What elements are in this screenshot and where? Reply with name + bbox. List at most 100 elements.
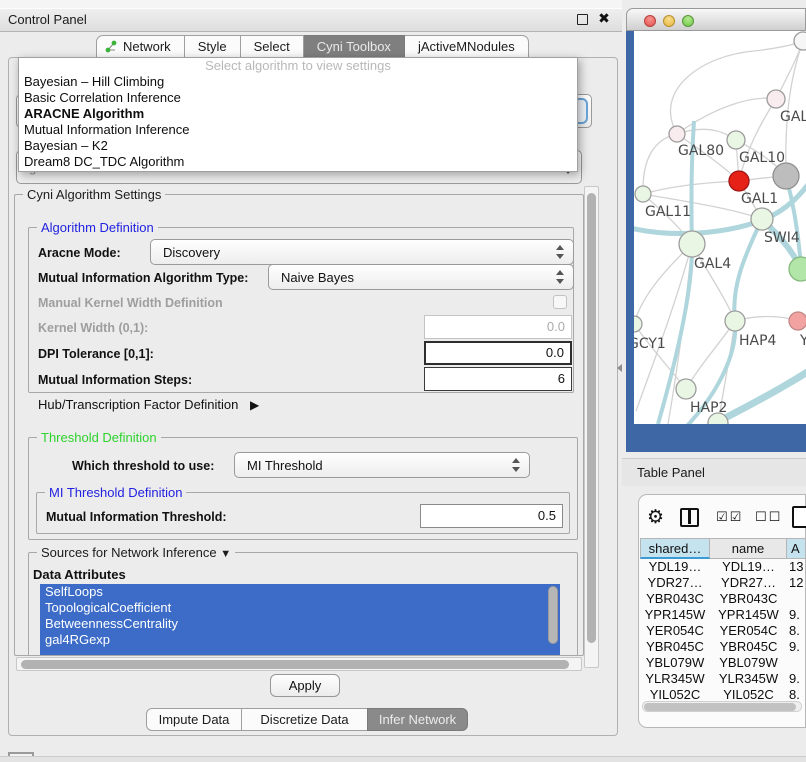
vertical-scroll-thumb[interactable]: [587, 193, 596, 643]
cell[interactable]: YDR27…: [640, 575, 710, 591]
table-row[interactable]: YBR043CYBR043C: [640, 591, 806, 607]
column-header-shared[interactable]: shared…: [640, 538, 710, 559]
aracne-mode-combo[interactable]: Discovery: [150, 239, 574, 265]
mi-algorithm-type-combo[interactable]: Naive Bayes: [268, 264, 574, 290]
table-row[interactable]: YDL19…YDL19…13: [640, 559, 806, 575]
network-canvas[interactable]: GAL GAL80 GAL10 GAL1 GAL11 SWI4 GAL4 HAP…: [634, 31, 806, 424]
tab-infer-network[interactable]: Infer Network: [367, 708, 468, 731]
table-horizontal-scrollbar[interactable]: [642, 701, 802, 712]
dropdown-item-aracne[interactable]: ARACNE Algorithm: [19, 106, 577, 122]
table-row[interactable]: YBL079WYBL079W: [640, 655, 806, 671]
node-bright-green[interactable]: [789, 257, 806, 281]
cell[interactable]: YDL19…: [640, 559, 710, 575]
node-unlabeled-top-right[interactable]: [794, 32, 806, 50]
mi-threshold-field[interactable]: 0.5: [420, 504, 563, 528]
cell[interactable]: YBR045C: [710, 639, 787, 655]
list-scrollbar-thumb[interactable]: [548, 586, 558, 644]
settings-horizontal-scrollbar[interactable]: [16, 657, 582, 671]
list-item-topologicalcoefficient[interactable]: TopologicalCoefficient: [40, 600, 560, 616]
node-gal11[interactable]: [635, 186, 651, 202]
network-window-titlebar[interactable]: [626, 8, 806, 31]
cell[interactable]: YBR045C: [640, 639, 710, 655]
tab-discretize-data[interactable]: Discretize Data: [241, 708, 368, 731]
dpi-tolerance-field[interactable]: 0.0: [424, 341, 572, 365]
cell[interactable]: 8.: [787, 623, 806, 639]
cell[interactable]: YPR145W: [710, 607, 787, 623]
tab-jactivemnodules[interactable]: jActiveMNodules: [405, 35, 529, 58]
cell[interactable]: YBR043C: [640, 591, 710, 607]
dropdown-item-basic-correlation[interactable]: Basic Correlation Inference: [19, 90, 577, 106]
apply-button[interactable]: Apply: [270, 674, 340, 697]
dropdown-item-dream8[interactable]: Dream8 DC_TDC Algorithm: [19, 154, 577, 170]
cell[interactable]: YDR27…: [710, 575, 787, 591]
show-columns-icon[interactable]: ☑☑: [716, 509, 743, 525]
cell[interactable]: YBR043C: [710, 591, 787, 607]
list-item-gal4rgexp[interactable]: gal4RGexp: [40, 632, 560, 648]
cell[interactable]: YER054C: [640, 623, 710, 639]
cell[interactable]: 9.: [787, 607, 806, 623]
hide-columns-icon[interactable]: ☐☐: [755, 509, 782, 525]
hub-transcription-factor-expander[interactable]: Hub/Transcription Factor Definition ▶: [38, 397, 259, 412]
table-row[interactable]: YDR27…YDR27…12: [640, 575, 806, 591]
cell[interactable]: YPR145W: [640, 607, 710, 623]
split-panel-icon[interactable]: [680, 508, 699, 527]
node-pink-y[interactable]: [789, 312, 806, 330]
node-hap4[interactable]: [725, 311, 745, 331]
cell[interactable]: YBL079W: [640, 655, 710, 671]
float-window-icon[interactable]: [577, 14, 588, 25]
hub-transcription-factor-label: Hub/Transcription Factor Definition: [38, 397, 238, 412]
node-gal4[interactable]: [679, 231, 705, 257]
cell[interactable]: 9.: [787, 639, 806, 655]
tab-style[interactable]: Style: [185, 35, 241, 58]
cell[interactable]: 9.: [787, 671, 806, 687]
column-header-name[interactable]: name: [710, 538, 787, 559]
which-threshold-combo[interactable]: MI Threshold: [234, 452, 530, 478]
cell[interactable]: YBL079W: [710, 655, 787, 671]
minimize-traffic-light-icon[interactable]: [663, 15, 675, 27]
manual-kernel-width-checkbox[interactable]: [553, 295, 567, 309]
kernel-width-field[interactable]: 0.0: [424, 315, 572, 339]
mi-steps-field[interactable]: 6: [424, 367, 572, 391]
zoom-traffic-light-icon[interactable]: [682, 15, 694, 27]
node-gal1-selected[interactable]: [729, 171, 749, 191]
tab-impute-data[interactable]: Impute Data: [146, 708, 242, 731]
gear-icon[interactable]: ⚙: [647, 506, 664, 529]
node-gray[interactable]: [773, 163, 799, 189]
cell[interactable]: YDL19…: [710, 559, 787, 575]
dropdown-item-bayesian-k2[interactable]: Bayesian – K2: [19, 138, 577, 154]
node-hap2[interactable]: [676, 379, 696, 399]
node-gal10[interactable]: [727, 131, 745, 149]
cell[interactable]: 13: [787, 559, 806, 575]
horizontal-scroll-thumb[interactable]: [21, 660, 569, 669]
dropdown-item-mutual-information[interactable]: Mutual Information Inference: [19, 122, 577, 138]
tab-cyni-toolbox[interactable]: Cyni Toolbox: [304, 35, 405, 58]
tab-network[interactable]: Network: [96, 35, 185, 58]
cell[interactable]: 12: [787, 575, 806, 591]
close-icon[interactable]: ✖: [595, 9, 613, 27]
dropdown-item-bayesian-hill[interactable]: Bayesian – Hill Climbing: [19, 74, 577, 90]
sources-group-title[interactable]: Sources for Network Inference ▼: [37, 545, 235, 560]
settings-vertical-scrollbar[interactable]: [584, 186, 599, 668]
node-gal80[interactable]: [669, 126, 685, 142]
cell[interactable]: YER054C: [710, 623, 787, 639]
panel-splitter-arrow-icon[interactable]: [617, 364, 622, 372]
table-row[interactable]: YLR345WYLR345W9.: [640, 671, 806, 687]
close-traffic-light-icon[interactable]: [644, 15, 656, 27]
cell[interactable]: YLR345W: [640, 671, 710, 687]
list-item-betweennesscentrality[interactable]: BetweennessCentrality: [40, 616, 560, 632]
node-gal-partial[interactable]: [767, 90, 785, 108]
table-scroll-thumb[interactable]: [644, 703, 796, 711]
table-row[interactable]: YBR045CYBR045C9.: [640, 639, 806, 655]
node-swi4[interactable]: [751, 208, 773, 230]
list-item-selfloops[interactable]: SelfLoops: [40, 584, 560, 600]
column-header-a[interactable]: A: [787, 538, 806, 559]
cell[interactable]: [787, 655, 806, 671]
cell[interactable]: YLR345W: [710, 671, 787, 687]
node-gcy1[interactable]: [634, 316, 642, 332]
tab-select[interactable]: Select: [241, 35, 304, 58]
table-row[interactable]: YPR145WYPR145W9.: [640, 607, 806, 623]
label-hap4: HAP4: [739, 333, 777, 349]
cell[interactable]: [787, 591, 806, 607]
new-column-icon[interactable]: [792, 506, 806, 528]
table-row[interactable]: YER054CYER054C8.: [640, 623, 806, 639]
